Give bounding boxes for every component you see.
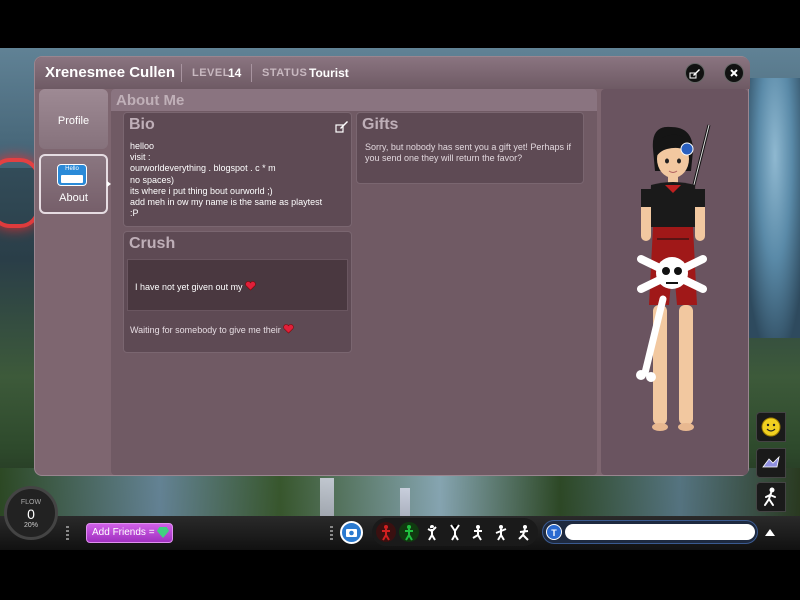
about-title: About Me <box>116 92 185 109</box>
tab-profile-label: Profile <box>57 115 90 127</box>
game-screen: Xrenesmee Cullen LEVEL 14 STATUS Tourist… <box>0 0 800 600</box>
waterfall <box>400 488 410 518</box>
emote-wave-icon[interactable] <box>421 521 443 543</box>
close-button[interactable] <box>724 63 744 83</box>
emote-kick-icon[interactable] <box>467 521 489 543</box>
divider <box>181 64 182 82</box>
add-friends-label: Add Friends = <box>92 527 155 538</box>
dance-icon <box>762 455 780 468</box>
bio-text: helloo visit : ourworldeverything . blog… <box>130 141 323 219</box>
tab-about-label: About <box>59 192 88 204</box>
walk-icon <box>764 487 776 506</box>
gifts-text: Sorry, but nobody has sent you a gift ye… <box>365 142 571 163</box>
toolbar-grip <box>66 526 69 540</box>
heart-icon <box>283 324 294 334</box>
about-panel: About Me Bio helloo visit : ourworldever… <box>111 89 597 475</box>
hello-badge-icon: Hello <box>57 164 87 186</box>
flow-percent: 20% <box>23 522 38 529</box>
tab-about[interactable]: Hello About <box>39 154 108 214</box>
camera-button[interactable] <box>340 521 363 544</box>
divider <box>251 64 252 82</box>
emote-red-icon[interactable] <box>375 521 397 543</box>
crush-waiting: Waiting for somebody to give me their <box>130 324 294 335</box>
chat-mode-icon[interactable]: T <box>546 524 562 540</box>
hello-badge-text: Hello <box>65 166 79 172</box>
crush-card: Crush I have not yet given out my Waitin… <box>123 231 352 353</box>
bio-card: Bio helloo visit : ourworldeverything . … <box>123 112 352 227</box>
edit-profile-button[interactable] <box>685 63 705 83</box>
add-friends-button[interactable]: Add Friends = <box>86 523 173 543</box>
level-label: LEVEL <box>192 67 230 79</box>
flow-meter[interactable]: FLOW 0 20% <box>4 486 58 540</box>
about-header: About Me <box>111 89 597 111</box>
heart-icon <box>244 281 256 291</box>
gem-icon <box>157 527 169 538</box>
bio-title: Bio <box>129 116 155 133</box>
status-label: STATUS <box>262 67 308 79</box>
toolbar-grip <box>330 526 333 540</box>
crush-text-label: I have not yet given out my <box>135 282 243 292</box>
emote-dance-icon[interactable] <box>490 521 512 543</box>
avatar-panel <box>601 89 748 475</box>
avatar[interactable] <box>601 89 748 475</box>
tab-profile[interactable]: Profile <box>39 89 108 149</box>
chat-bar: T <box>542 520 758 544</box>
emoticons-button[interactable] <box>756 412 786 442</box>
badge-blank <box>61 175 83 183</box>
emote-run-icon[interactable] <box>513 521 535 543</box>
edit-icon <box>689 69 700 79</box>
waterfall <box>320 478 334 518</box>
gifts-title: Gifts <box>362 116 399 133</box>
expand-up-icon[interactable] <box>765 529 775 536</box>
crush-title: Crush <box>129 235 176 252</box>
flow-label: FLOW <box>20 499 42 506</box>
edit-bio-icon[interactable] <box>335 119 349 133</box>
smiley-icon <box>761 417 781 437</box>
crush-text: I have not yet given out my <box>135 281 256 292</box>
flow-value: 0 <box>27 506 35 522</box>
gifts-card: Gifts Sorry, but nobody has sent you a g… <box>356 112 584 184</box>
dance-button[interactable] <box>756 448 786 478</box>
emote-green-icon[interactable] <box>398 521 420 543</box>
emote-cheer-icon[interactable] <box>444 521 466 543</box>
status-value: Tourist <box>309 66 349 80</box>
walk-button[interactable] <box>756 482 786 512</box>
level-value: 14 <box>228 66 242 80</box>
crush-waiting-label: Waiting for somebody to give me their <box>130 325 281 335</box>
player-name: Xrenesmee Cullen <box>45 64 176 81</box>
close-icon <box>730 69 738 77</box>
chat-input[interactable] <box>565 524 755 540</box>
scenery-tree <box>745 78 800 338</box>
window-titlebar: Xrenesmee Cullen LEVEL 14 STATUS Tourist <box>35 57 750 89</box>
emote-bar <box>372 518 538 546</box>
crush-box: I have not yet given out my <box>127 259 348 311</box>
profile-window: Xrenesmee Cullen LEVEL 14 STATUS Tourist… <box>34 56 750 476</box>
camera-icon <box>346 529 357 537</box>
